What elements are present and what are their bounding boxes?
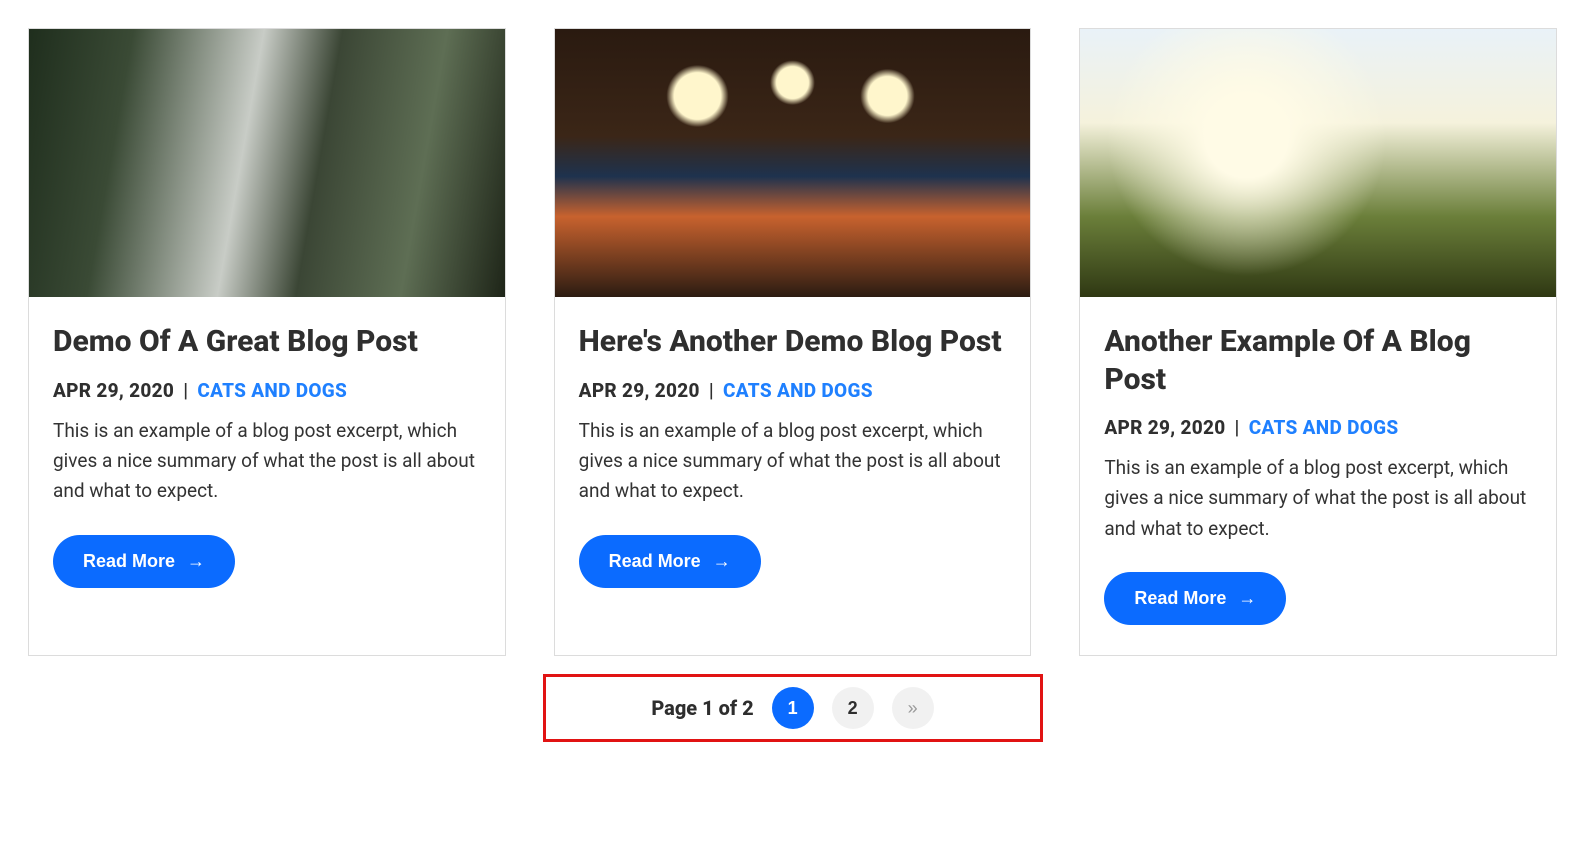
- post-date: APR 29, 2020: [579, 379, 700, 402]
- meta-separator: |: [705, 379, 718, 402]
- meta-separator: |: [179, 379, 192, 402]
- post-body: Here's Another Demo Blog Post APR 29, 20…: [555, 297, 1031, 618]
- pagination-next[interactable]: »: [892, 687, 934, 729]
- post-title[interactable]: Another Example Of A Blog Post: [1104, 323, 1532, 398]
- post-category-link[interactable]: CATS AND DOGS: [1249, 416, 1399, 439]
- post-title[interactable]: Demo Of A Great Blog Post: [53, 323, 481, 361]
- post-excerpt: This is an example of a blog post excerp…: [53, 416, 481, 507]
- pagination-page-2[interactable]: 2: [832, 687, 874, 729]
- read-more-button[interactable]: Read More →: [579, 535, 761, 588]
- pagination-label: Page 1 of 2: [651, 696, 753, 720]
- post-meta: APR 29, 2020 | CATS AND DOGS: [579, 379, 1007, 402]
- pagination-page-1[interactable]: 1: [772, 687, 814, 729]
- arrow-right-icon: →: [1238, 588, 1256, 609]
- read-more-button[interactable]: Read More →: [1104, 572, 1286, 625]
- arrow-right-icon: →: [713, 551, 731, 572]
- post-meta: APR 29, 2020 | CATS AND DOGS: [53, 379, 481, 402]
- post-card: Here's Another Demo Blog Post APR 29, 20…: [554, 28, 1032, 656]
- arrow-right-icon: →: [187, 551, 205, 572]
- read-more-button[interactable]: Read More →: [53, 535, 235, 588]
- post-meta: APR 29, 2020 | CATS AND DOGS: [1104, 416, 1532, 439]
- post-thumbnail[interactable]: [555, 29, 1031, 297]
- read-more-label: Read More: [609, 551, 701, 572]
- read-more-label: Read More: [1134, 588, 1226, 609]
- post-excerpt: This is an example of a blog post excerp…: [1104, 453, 1532, 544]
- post-category-link[interactable]: CATS AND DOGS: [723, 379, 873, 402]
- read-more-label: Read More: [83, 551, 175, 572]
- post-thumbnail[interactable]: [29, 29, 505, 297]
- post-card: Another Example Of A Blog Post APR 29, 2…: [1079, 28, 1557, 656]
- pagination: Page 1 of 2 1 2 »: [543, 674, 1043, 742]
- post-card: Demo Of A Great Blog Post APR 29, 2020 |…: [28, 28, 506, 656]
- post-body: Another Example Of A Blog Post APR 29, 2…: [1080, 297, 1556, 655]
- meta-separator: |: [1231, 416, 1244, 439]
- post-grid: Demo Of A Great Blog Post APR 29, 2020 |…: [28, 28, 1557, 656]
- post-excerpt: This is an example of a blog post excerp…: [579, 416, 1007, 507]
- post-body: Demo Of A Great Blog Post APR 29, 2020 |…: [29, 297, 505, 618]
- post-date: APR 29, 2020: [53, 379, 174, 402]
- post-title[interactable]: Here's Another Demo Blog Post: [579, 323, 1007, 361]
- post-thumbnail[interactable]: [1080, 29, 1556, 297]
- post-category-link[interactable]: CATS AND DOGS: [197, 379, 347, 402]
- post-date: APR 29, 2020: [1104, 416, 1225, 439]
